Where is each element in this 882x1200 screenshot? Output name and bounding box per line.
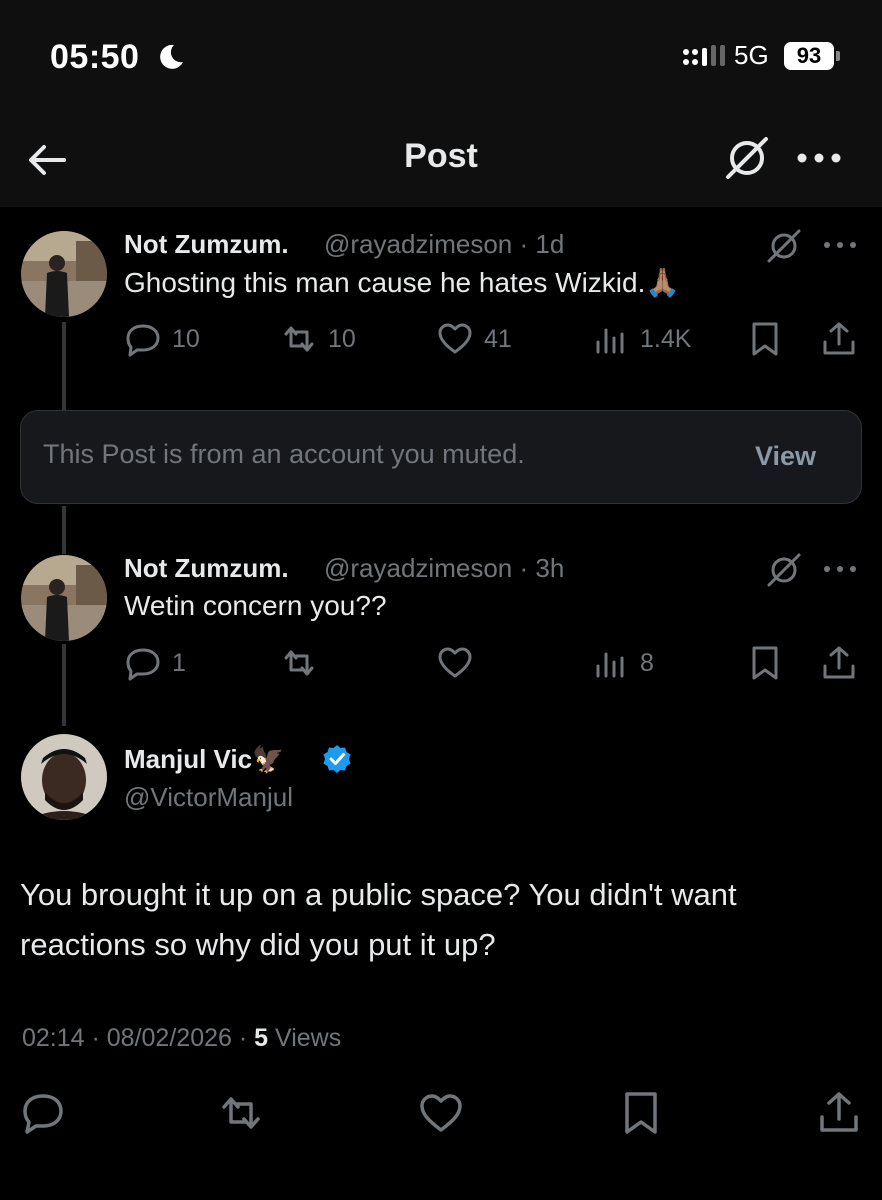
share-icon	[823, 322, 855, 355]
post-text: You brought it up on a public space? You…	[20, 877, 737, 962]
post-time: · 1d	[519, 229, 565, 259]
reply-icon[interactable]	[20, 1090, 66, 1136]
thread-line	[62, 506, 66, 554]
grok-icon[interactable]	[720, 131, 774, 185]
views-button[interactable]: 8	[592, 644, 654, 682]
share-icon[interactable]	[816, 1090, 862, 1136]
heart-icon	[438, 647, 472, 678]
post-timestamp: 02:14 · 08/02/2026 ·	[22, 1024, 255, 1052]
battery-indicator: 93	[784, 42, 834, 70]
thread-line	[62, 644, 66, 726]
moon-icon	[160, 44, 183, 69]
like-button[interactable]: 41	[436, 320, 512, 358]
network-type: 5G	[734, 40, 769, 70]
share-button[interactable]	[820, 644, 858, 682]
like-button[interactable]	[436, 644, 484, 682]
author-handle[interactable]: @rayadzimeson · 1d	[324, 229, 564, 260]
view-muted-post-button[interactable]: View	[755, 441, 816, 472]
status-bar: 05:50 5G 93	[0, 0, 882, 115]
post-text: Wetin concern you??	[124, 590, 387, 621]
muted-notice-text: This Post is from an account you muted.	[43, 439, 525, 469]
author-handle-text: @rayadzimeson	[324, 229, 513, 259]
reply-count: 1	[172, 648, 186, 677]
more-options-icon[interactable]	[822, 562, 858, 576]
post-header: Post	[0, 115, 882, 207]
reply-icon	[126, 324, 160, 357]
views-count: 8	[640, 648, 654, 677]
heart-icon	[438, 323, 472, 354]
bookmark-icon[interactable]	[618, 1090, 664, 1136]
battery-tip	[836, 51, 840, 61]
views-button[interactable]: 1.4K	[592, 320, 691, 358]
signal-icon	[683, 45, 725, 66]
verified-badge-icon	[323, 745, 351, 773]
repost-icon	[284, 650, 314, 676]
views-count: 5	[254, 1024, 269, 1052]
share-icon	[823, 646, 855, 679]
reply-count: 10	[172, 324, 200, 353]
thread-line	[62, 322, 66, 410]
reply-button[interactable]: 1	[124, 644, 186, 682]
post-metadata: 02:14 · 08/02/2026 · 5 Views	[22, 1024, 341, 1053]
views-icon	[596, 328, 624, 354]
author-name[interactable]: Not Zumzum.	[124, 553, 289, 584]
share-button[interactable]	[820, 320, 858, 358]
grok-icon[interactable]	[764, 226, 804, 266]
author-handle-text: @rayadzimeson	[324, 553, 513, 583]
avatar[interactable]	[21, 555, 107, 641]
repost-icon[interactable]	[218, 1090, 264, 1136]
post-text: Ghosting this man cause he hates Wizkid.…	[124, 267, 681, 298]
author-handle[interactable]: @VictorManjul	[124, 782, 293, 813]
author-name[interactable]: Manjul Vic🦅	[124, 744, 284, 775]
views-count: 1.4K	[640, 324, 692, 353]
bookmark-icon	[752, 646, 778, 680]
repost-button[interactable]: 10	[280, 320, 356, 358]
reply-button[interactable]: 10	[124, 320, 200, 358]
author-handle[interactable]: @rayadzimeson · 3h	[324, 553, 564, 584]
grok-icon[interactable]	[764, 550, 804, 590]
repost-icon	[284, 326, 314, 352]
avatar[interactable]	[21, 231, 107, 317]
views-label: Views	[268, 1024, 342, 1052]
author-name[interactable]: Not Zumzum.	[124, 229, 289, 260]
like-count: 41	[484, 324, 512, 353]
status-time: 05:50	[50, 38, 140, 76]
reply-icon	[126, 648, 160, 681]
more-options-icon[interactable]	[794, 145, 844, 171]
bookmark-button[interactable]	[746, 320, 784, 358]
views-icon	[596, 652, 624, 678]
bookmark-icon	[752, 322, 778, 356]
muted-post-notice: This Post is from an account you muted. …	[20, 410, 862, 504]
repost-button[interactable]	[280, 644, 328, 682]
heart-icon[interactable]	[418, 1090, 464, 1136]
repost-count: 10	[328, 324, 356, 353]
post-time: · 3h	[519, 553, 565, 583]
bookmark-button[interactable]	[746, 644, 784, 682]
avatar[interactable]	[21, 734, 107, 820]
more-options-icon[interactable]	[822, 238, 858, 252]
